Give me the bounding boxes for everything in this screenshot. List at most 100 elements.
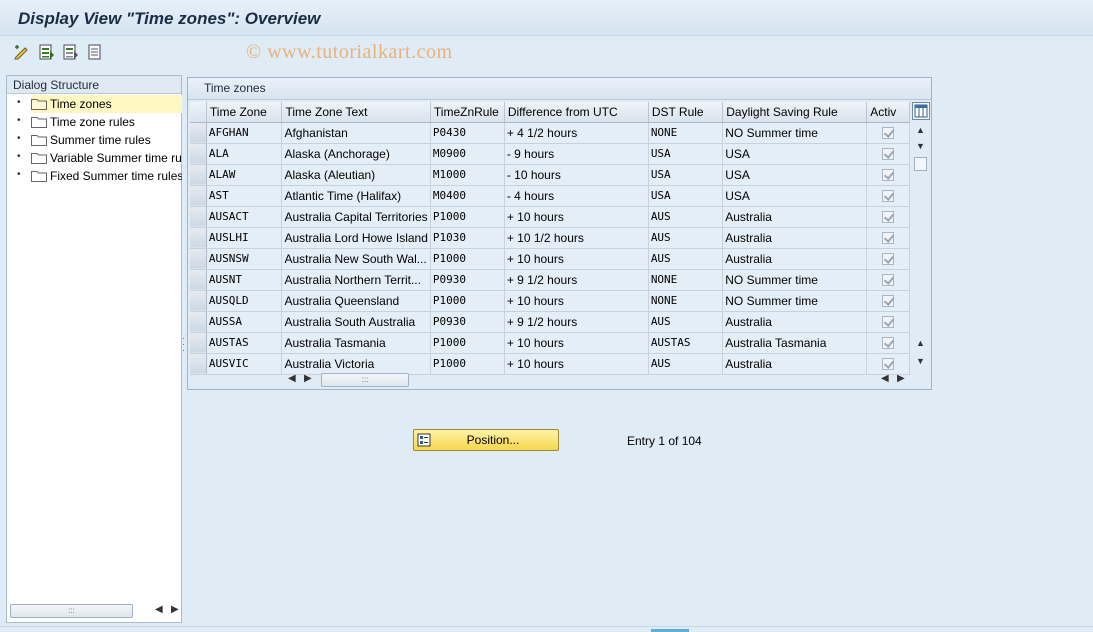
row-selector[interactable] — [190, 311, 206, 332]
row-selector[interactable] — [190, 185, 206, 206]
scroll-left-icon[interactable]: ◀ — [155, 604, 163, 615]
tree-item-variable-summer-time-rules[interactable]: • Variable Summer time ru — [7, 149, 182, 167]
cell-time-zone: AUSVIC — [206, 353, 282, 374]
row-selector[interactable] — [190, 269, 206, 290]
active-checkbox — [882, 337, 894, 349]
row-selector[interactable] — [190, 353, 206, 374]
column-header-daylight-saving-rule[interactable]: Daylight Saving Rule — [723, 102, 867, 122]
row-selector[interactable] — [190, 122, 206, 143]
row-selector[interactable] — [190, 143, 206, 164]
cell-dst-rule: AUS — [648, 227, 722, 248]
scroll-left-icon[interactable]: ◀ — [881, 373, 889, 384]
row-selector[interactable] — [190, 206, 206, 227]
row-selector[interactable] — [190, 164, 206, 185]
application-toolbar: © www.tutorialkart.com — [0, 37, 1093, 67]
table-row[interactable]: ALAWAlaska (Aleutian)M1000- 10 hoursUSAU… — [190, 164, 910, 185]
cell-time-zone-text: Australia South Australia — [282, 311, 430, 332]
cell-dst-rule: AUS — [648, 248, 722, 269]
column-header-time-zone-text[interactable]: Time Zone Text — [282, 102, 430, 122]
cell-time-zone: AUSLHI — [206, 227, 282, 248]
select-all-column-header[interactable] — [190, 102, 206, 122]
row-selector[interactable] — [190, 290, 206, 311]
column-header-active[interactable]: Activ — [867, 102, 910, 122]
cell-timeznrule: M0900 — [430, 143, 504, 164]
cell-difference-from-utc: + 10 hours — [504, 353, 648, 374]
watermark: © www.tutorialkart.com — [246, 41, 453, 64]
row-selector[interactable] — [190, 227, 206, 248]
scroll-right-icon[interactable]: ▶ — [171, 604, 179, 615]
cell-difference-from-utc: + 4 1/2 hours — [504, 122, 648, 143]
table-row[interactable]: AUSACTAustralia Capital TerritoriesP1000… — [190, 206, 910, 227]
select-all-icon[interactable] — [38, 43, 56, 61]
table-row[interactable]: AUSQLDAustralia QueenslandP1000+ 10 hour… — [190, 290, 910, 311]
active-checkbox — [882, 253, 894, 265]
cell-time-zone: AST — [206, 185, 282, 206]
column-header-dst-rule[interactable]: DST Rule — [648, 102, 722, 122]
bullet-icon: • — [17, 133, 21, 144]
table-row[interactable]: AUSNTAustralia Northern Territ...P0930+ … — [190, 269, 910, 290]
table-row[interactable]: AUSVICAustralia VictoriaP1000+ 10 hoursA… — [190, 353, 910, 374]
row-selector[interactable] — [190, 248, 206, 269]
active-checkbox — [882, 274, 894, 286]
cell-timeznrule: P1000 — [430, 332, 504, 353]
table-caption: Time zones — [188, 78, 931, 100]
table-row[interactable]: ASTAtlantic Time (Halifax)M0400- 4 hours… — [190, 185, 910, 206]
table-row[interactable]: AUSTASAustralia TasmaniaP1000+ 10 hoursA… — [190, 332, 910, 353]
row-selector[interactable] — [190, 332, 206, 353]
active-checkbox — [882, 295, 894, 307]
cell-difference-from-utc: - 4 hours — [504, 185, 648, 206]
cell-time-zone-text: Australia Queensland — [282, 290, 430, 311]
tree-horizontal-scrollbar[interactable]: ::: ◀ ▶ — [9, 603, 179, 619]
table-vertical-scrollbar[interactable]: ▲ ▼ ▲ ▼ — [913, 123, 929, 369]
scrollbar-thumb[interactable]: ::: — [10, 604, 133, 618]
table-row[interactable]: ALAAlaska (Anchorage)M0900- 9 hoursUSAUS… — [190, 143, 910, 164]
scrollbar-thumb[interactable]: ::: — [321, 373, 409, 387]
print-list-icon[interactable] — [86, 43, 104, 61]
tree-item-time-zones[interactable]: • Time zones — [7, 95, 182, 113]
cell-daylight-saving-rule: NO Summer time — [723, 269, 867, 290]
cell-difference-from-utc: + 10 hours — [504, 206, 648, 227]
column-header-timeznrule[interactable]: TimeZnRule — [430, 102, 504, 122]
tree-item-fixed-summer-time-rules[interactable]: • Fixed Summer time rules — [7, 167, 182, 185]
table-row[interactable]: AUSSAAustralia South AustraliaP0930+ 9 1… — [190, 311, 910, 332]
scroll-up-icon[interactable]: ▲ — [916, 338, 925, 348]
bullet-icon: • — [17, 151, 21, 162]
table-row[interactable]: AUSLHIAustralia Lord Howe IslandP1030+ 1… — [190, 227, 910, 248]
folder-icon — [31, 134, 47, 146]
scroll-down-icon[interactable]: ▼ — [916, 141, 925, 151]
column-header-time-zone[interactable]: Time Zone — [206, 102, 282, 122]
column-header-difference-from-utc[interactable]: Difference from UTC — [504, 102, 648, 122]
table-row[interactable]: AFGHANAfghanistanP0430+ 4 1/2 hoursNONEN… — [190, 122, 910, 143]
cell-active — [867, 164, 910, 185]
scroll-right-icon[interactable]: ▶ — [304, 373, 312, 384]
cell-active — [867, 206, 910, 227]
folder-icon — [31, 152, 47, 164]
position-button-label: Position... — [467, 433, 520, 447]
cell-time-zone-text: Afghanistan — [282, 122, 430, 143]
cell-active — [867, 143, 910, 164]
cell-difference-from-utc: + 10 hours — [504, 290, 648, 311]
cell-active — [867, 311, 910, 332]
scrollbar-thumb[interactable] — [914, 157, 927, 171]
tree-item-summer-time-rules[interactable]: • Summer time rules — [7, 131, 182, 149]
cell-active — [867, 290, 910, 311]
tree-item-time-zone-rules[interactable]: • Time zone rules — [7, 113, 182, 131]
edit-pencil-icon[interactable] — [13, 43, 31, 61]
scroll-right-icon[interactable]: ▶ — [897, 373, 905, 384]
table-settings-icon[interactable] — [912, 102, 930, 120]
cell-time-zone: ALA — [206, 143, 282, 164]
deselect-all-icon[interactable] — [62, 43, 80, 61]
active-checkbox — [882, 358, 894, 370]
table-row[interactable]: AUSNSWAustralia New South Wal...P1000+ 1… — [190, 248, 910, 269]
table-horizontal-scrollbar[interactable]: ◀ ▶ ::: ◀ ▶ — [288, 372, 908, 388]
scroll-left-icon[interactable]: ◀ — [288, 373, 296, 384]
position-button[interactable]: Position... — [413, 429, 559, 451]
cell-timeznrule: P1000 — [430, 353, 504, 374]
cell-active — [867, 227, 910, 248]
scroll-down-icon[interactable]: ▼ — [916, 356, 925, 366]
cell-time-zone-text: Atlantic Time (Halifax) — [282, 185, 430, 206]
bullet-icon: • — [17, 97, 21, 108]
panel-splitter[interactable]: ··· — [182, 335, 186, 355]
scroll-up-icon[interactable]: ▲ — [916, 125, 925, 135]
cell-time-zone: AUSQLD — [206, 290, 282, 311]
